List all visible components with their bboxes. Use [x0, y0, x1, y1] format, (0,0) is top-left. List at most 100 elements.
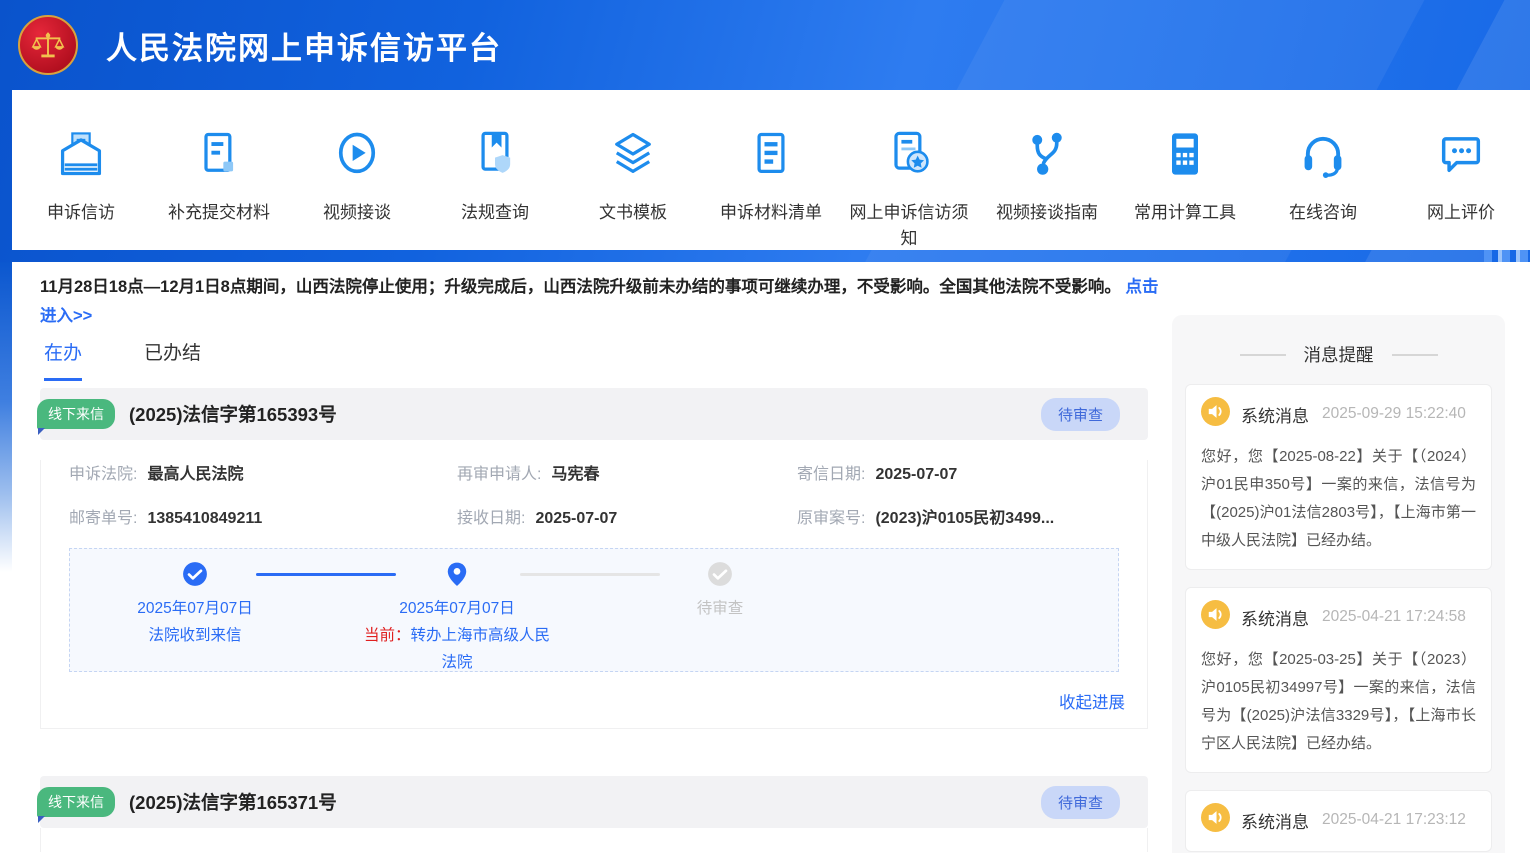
check-circle-gray-icon — [707, 561, 733, 587]
nav-item-law-search[interactable]: 法规查询 — [426, 90, 564, 250]
original-case-number-value: (2023)沪0105民初3499... — [875, 510, 1054, 527]
title-dash-left — [1240, 354, 1286, 356]
feedback-bubble-icon — [1435, 128, 1487, 180]
message-item[interactable]: 系统消息 2025-04-21 17:24:58 您好，您【2025-03-25… — [1185, 587, 1492, 773]
case-header[interactable]: 线下来信 (2025)法信字第165371号 待审查 — [40, 776, 1148, 828]
timeline-step-pending: 待审查 — [620, 595, 820, 622]
nav-item-calculator-tools[interactable]: 常用计算工具 — [1116, 90, 1254, 250]
law-search-icon — [469, 128, 521, 180]
case-tabs: 在办 已办结 — [44, 338, 201, 381]
collapse-progress-link[interactable]: 收起进展 — [1059, 694, 1125, 712]
current-prefix: 当前： — [364, 627, 411, 644]
tab-in-progress[interactable]: 在办 — [44, 338, 82, 381]
message-header: 系统消息 2025-04-21 17:24:58 — [1201, 600, 1476, 634]
scales-icon — [29, 26, 67, 64]
message-panel: 消息提醒 系统消息 2025-09-29 15:22:40 您好，您【2025-… — [1172, 315, 1505, 853]
receive-date-value: 2025-07-07 — [535, 510, 617, 527]
nav-label: 在线咨询 — [1289, 200, 1357, 226]
case-body: 申诉法院:最高人民法院 再审申请人:马宪春 寄信日期:2025-07-07 邮寄… — [40, 460, 1148, 729]
collapse-row: 收起进展 — [41, 672, 1147, 728]
step-desc: 当前：转办上海市高级人民法院 — [362, 622, 552, 676]
court-emblem-logo — [18, 15, 78, 75]
nav-item-online-consult[interactable]: 在线咨询 — [1254, 90, 1392, 250]
nav-item-video-interview[interactable]: 视频接谈 — [288, 90, 426, 250]
location-pin-icon — [444, 561, 470, 587]
nav-label: 文书模板 — [599, 200, 667, 226]
message-item[interactable]: 系统消息 2025-09-29 15:22:40 您好，您【2025-08-22… — [1185, 384, 1492, 570]
corner-pattern — [1484, 250, 1530, 262]
app-header: 人民法院网上申诉信访平台 — [0, 0, 1530, 90]
calculator-icon — [1159, 128, 1211, 180]
route-guide-icon — [1021, 128, 1073, 180]
nav-label: 网上申诉信访须知 — [846, 200, 972, 252]
offline-letter-badge: 线下来信 — [37, 399, 115, 429]
case-number-title: (2025)法信字第165393号 — [129, 401, 337, 427]
tracking-number-value: 1385410849211 — [147, 510, 262, 527]
message-type: 系统消息 — [1241, 402, 1309, 427]
nav-label: 申诉材料清单 — [720, 200, 822, 226]
nav-item-material-list[interactable]: 申诉材料清单 — [702, 90, 840, 250]
message-panel-header: 消息提醒 — [1172, 315, 1505, 367]
nav-label: 常用计算工具 — [1134, 200, 1236, 226]
offline-letter-badge: 线下来信 — [37, 787, 115, 817]
layers-template-icon — [607, 128, 659, 180]
timeline-connector-pending — [520, 573, 660, 576]
video-play-icon — [331, 128, 383, 180]
nav-item-petition[interactable]: 申诉信访 — [12, 90, 150, 250]
detail-row: 申诉法院:最高人民法院 再审申请人:马宪春 寄信日期:2025-07-07 — [41, 460, 1147, 484]
nav-label: 补充提交材料 — [168, 200, 270, 226]
left-edge-gradient — [0, 262, 12, 572]
step-desc: 法院收到来信 — [95, 622, 295, 649]
timeline-connector-done — [256, 573, 396, 576]
nav-item-video-guide[interactable]: 视频接谈指南 — [978, 90, 1116, 250]
nav-item-petition-notice[interactable]: 网上申诉信访须知 — [840, 90, 978, 250]
nav-label: 申诉信访 — [47, 200, 115, 226]
speaker-icon — [1201, 803, 1230, 837]
title-dash-right — [1392, 354, 1438, 356]
case-card: 线下来信 (2025)法信字第165371号 待审查 — [40, 776, 1148, 852]
material-list-icon — [745, 128, 797, 180]
status-badge: 待审查 — [1041, 398, 1120, 431]
timeline-step-current: 2025年07月07日 当前：转办上海市高级人民法院 — [362, 595, 552, 676]
message-body: 您好，您【2025-03-25】关于【（2023）沪0105民初34997号】一… — [1201, 646, 1476, 758]
notice-text: 11月28日18点—12月1日8点期间，山西法院停止使用；升级完成后，山西法院升… — [40, 278, 1121, 296]
speaker-icon — [1201, 600, 1230, 634]
step-date: 2025年07月07日 — [362, 595, 552, 622]
progress-timeline: 2025年07月07日 法院收到来信 2025年07月07日 当前：转办上海市高… — [69, 548, 1119, 672]
message-item[interactable]: 系统消息 2025-04-21 17:23:12 — [1185, 790, 1492, 852]
status-badge: 待审查 — [1041, 786, 1120, 819]
message-time: 2025-04-21 17:24:58 — [1322, 608, 1466, 626]
nav-label: 视频接谈指南 — [996, 200, 1098, 226]
message-type: 系统消息 — [1241, 808, 1309, 833]
retrial-applicant-value: 马宪春 — [551, 466, 599, 483]
case-card: 线下来信 (2025)法信字第165393号 待审查 申诉法院:最高人民法院 再… — [40, 388, 1148, 729]
main-content: 11月28日18点—12月1日8点期间，山西法院停止使用；升级完成后，山西法院升… — [12, 262, 1530, 853]
notice-star-icon — [883, 128, 935, 180]
page-title: 人民法院网上申诉信访平台 — [106, 23, 502, 68]
message-type: 系统消息 — [1241, 605, 1309, 630]
speaker-icon — [1201, 397, 1230, 431]
nav-label: 法规查询 — [461, 200, 529, 226]
case-number-title: (2025)法信字第165371号 — [129, 789, 337, 815]
timeline-step-received: 2025年07月07日 法院收到来信 — [95, 595, 295, 649]
icon-nav-band: 申诉信访 补充提交材料 视频接谈 — [12, 90, 1530, 250]
message-panel-title: 消息提醒 — [1304, 342, 1374, 367]
nav-item-online-review[interactable]: 网上评价 — [1392, 90, 1530, 250]
message-time: 2025-09-29 15:22:40 — [1322, 405, 1466, 423]
page: 人民法院网上申诉信访平台 申诉信访 — [0, 0, 1530, 853]
nav-item-document-template[interactable]: 文书模板 — [564, 90, 702, 250]
case-header[interactable]: 线下来信 (2025)法信字第165393号 待审查 — [40, 388, 1148, 440]
headset-icon — [1297, 128, 1349, 180]
nav-label: 视频接谈 — [323, 200, 391, 226]
message-header: 系统消息 2025-09-29 15:22:40 — [1201, 397, 1476, 431]
mail-date-value: 2025-07-07 — [875, 466, 957, 483]
step-date: 2025年07月07日 — [95, 595, 295, 622]
message-time: 2025-04-21 17:23:12 — [1322, 811, 1466, 829]
message-body: 您好，您【2025-08-22】关于【（2024）沪01民申350号】一案的来信… — [1201, 443, 1476, 555]
tab-completed[interactable]: 已办结 — [144, 338, 201, 381]
case-body — [40, 828, 1148, 852]
document-supplement-icon — [193, 128, 245, 180]
detail-row: 邮寄单号:1385410849211 接收日期:2025-07-07 原审案号:… — [41, 504, 1147, 528]
nav-label: 网上评价 — [1427, 200, 1495, 226]
nav-item-supplement-material[interactable]: 补充提交材料 — [150, 90, 288, 250]
